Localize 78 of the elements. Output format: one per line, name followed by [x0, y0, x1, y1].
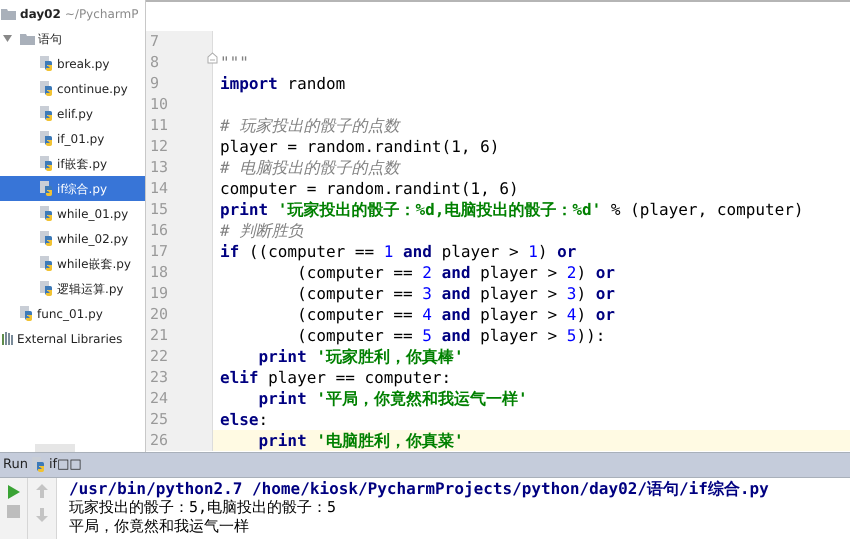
code-line: (computer == 5 and player > 5)):: [296, 325, 606, 346]
python-file-icon: [40, 206, 54, 222]
line-number: 24: [150, 388, 168, 410]
line-number: 16: [150, 220, 168, 242]
run-tab[interactable]: if□□: [32, 455, 82, 475]
code-line: print '电脑胜利，你真菜': [258, 430, 464, 451]
line-number: 7: [150, 31, 160, 52]
console-line: /usr/bin/python2.7 /home/kiosk/PycharmProjects/python/day02/语句/if综合.py: [69, 479, 770, 498]
tree-item[interactable]: continue.py: [0, 76, 145, 101]
tree-item[interactable]: External Libraries: [0, 326, 145, 351]
run-icon[interactable]: [8, 485, 20, 499]
tree-item[interactable]: while_02.py: [0, 226, 145, 251]
code-line: print '玩家胜利，你真棒': [258, 346, 464, 367]
python-file-icon: [20, 306, 34, 322]
code-line: (computer == 3 and player > 3) or: [296, 283, 615, 304]
scrollbar-thumb[interactable]: [35, 444, 75, 452]
line-number: 14: [150, 178, 168, 200]
line-number: 9: [150, 73, 160, 94]
library-icon: [2, 332, 14, 345]
console-line: 玩家投出的骰子：5,电脑投出的骰子：5: [69, 498, 338, 517]
up-arrow-icon[interactable]: [36, 484, 48, 498]
down-arrow-icon[interactable]: [36, 508, 48, 522]
line-number: 8: [150, 52, 160, 74]
folder-icon: [1, 8, 16, 20]
tree-item[interactable]: while_01.py: [0, 201, 145, 226]
python-file-icon: [40, 280, 54, 296]
fold-marker-icon[interactable]: [207, 52, 218, 64]
code-line: print '玩家投出的骰子：%d,电脑投出的骰子：%d' % (player, computer): [219, 199, 804, 220]
code-line: elif player == computer:: [219, 367, 452, 388]
code-line: (computer == 4 and player > 4) or: [296, 304, 615, 325]
code-editor[interactable]: [146, 0, 850, 452]
expanded-arrow-icon[interactable]: [3, 34, 12, 43]
line-number: 18: [150, 262, 168, 284]
python-file-icon: [40, 156, 54, 172]
line-number: 11: [150, 115, 168, 136]
code-line: # 玩家投出的骰子的点数: [219, 115, 400, 136]
tree-item[interactable]: if综合.py: [0, 176, 145, 201]
line-number: 26: [150, 430, 168, 452]
tree-item[interactable]: break.py: [0, 51, 145, 76]
code-line: (computer == 2 and player > 2) or: [296, 262, 615, 283]
line-number: 15: [150, 199, 168, 220]
code-line: # 判断胜负: [219, 220, 304, 241]
line-number: 21: [150, 325, 168, 346]
python-file-icon: [40, 256, 54, 272]
python-file-icon: [40, 130, 54, 146]
tree-item[interactable]: func_01.py: [0, 301, 145, 326]
python-file-icon: [40, 56, 54, 72]
line-number: 12: [150, 136, 168, 158]
tree-item[interactable]: if嵌套.py: [0, 151, 145, 176]
python-file-icon: [40, 80, 54, 96]
line-number: 13: [150, 157, 168, 178]
folder-icon: [20, 32, 35, 44]
line-number: 23: [150, 367, 168, 388]
code-line: # 电脑投出的骰子的点数: [219, 157, 400, 178]
tree-item[interactable]: if_01.py: [0, 126, 145, 151]
tree-item[interactable]: while嵌套.py: [0, 251, 145, 276]
line-number: 17: [150, 241, 168, 262]
code-line: """: [219, 52, 249, 73]
code-line: if ((computer == 1 and player > 1) or: [219, 241, 576, 262]
code-line: computer = random.randint(1, 6): [219, 178, 519, 199]
project-root[interactable]: day02 ~/PycharmP: [0, 1, 145, 26]
code-line: player = random.randint(1, 6): [219, 136, 500, 157]
tree-item[interactable]: elif.py: [0, 101, 145, 126]
panel-title: Run: [3, 456, 28, 474]
line-number: 19: [150, 283, 168, 304]
line-number: 20: [150, 304, 168, 326]
line-number: 22: [150, 346, 168, 368]
python-file-icon: [40, 106, 54, 122]
console-line: 平局，你竟然和我运气一样: [69, 517, 250, 536]
tree-item[interactable]: 逻辑运算.py: [0, 276, 145, 301]
code-line: import random: [219, 73, 346, 94]
code-line: else:: [219, 409, 268, 430]
tree-item[interactable]: 语句: [0, 26, 145, 51]
line-number: 10: [150, 94, 168, 116]
python-file-icon: [40, 230, 54, 246]
code-line: print '平局，你竟然和我运气一样': [258, 388, 528, 409]
line-number: 25: [150, 409, 168, 430]
python-file-icon: [40, 180, 54, 196]
